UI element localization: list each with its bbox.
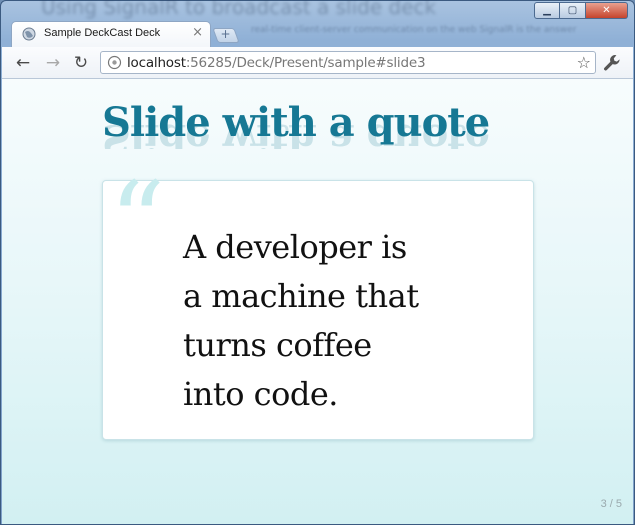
quote-line: into code. [183,375,338,413]
quote-line: turns coffee [183,326,372,364]
maximize-button[interactable]: ▢ [560,2,586,19]
url-path: :56285/Deck/Present/sample#slide3 [185,55,426,71]
address-bar[interactable]: localhost:56285/Deck/Present/sample#slid… [100,51,596,74]
browser-window: Using SignalR to broadcast a slide deck … [0,0,635,525]
browser-tab[interactable]: Sample DeckCast Deck × [11,21,211,47]
wrench-icon[interactable] [602,53,622,73]
globe-icon [22,27,36,41]
window-controls: ▁ ▢ ✕ [534,2,628,19]
reload-icon: ↻ [73,53,89,73]
quote-box: “ A developer is a machine that turns co… [102,167,534,440]
reload-button[interactable]: ↻ [70,52,92,74]
background-window-title: Using SignalR to broadcast a slide deck [41,0,437,19]
url-host: localhost [127,55,186,71]
minimize-button[interactable]: ▁ [534,2,560,19]
back-arrow-icon: ← [15,53,31,73]
slide-counter: 3 / 5 [600,498,622,510]
close-window-button[interactable]: ✕ [586,2,628,19]
tab-title: Sample DeckCast Deck [44,27,161,39]
forward-button[interactable]: → [42,52,64,74]
back-button[interactable]: ← [12,52,34,74]
bookmark-star-icon[interactable]: ☆ [577,53,591,72]
page-icon [107,55,122,70]
quote-mark-icon: “ [109,158,166,286]
quote-line: a machine that [183,277,419,315]
slide-title-reflection: Slide with a quote [102,121,490,149]
quote-line: A developer is [183,228,407,266]
quote-text: A developer is a machine that turns coff… [183,223,483,419]
background-window-subtitle: real-time client-server communication on… [251,25,577,35]
plus-icon: + [220,27,231,41]
url-text: localhost:56285/Deck/Present/sample#slid… [127,55,426,71]
tab-close-icon[interactable]: × [192,25,203,40]
browser-toolbar: ← → ↻ localhost:56285/Deck/Present/sampl… [2,47,633,79]
new-tab-button[interactable]: + [212,27,240,43]
forward-arrow-icon: → [45,53,61,73]
slide-page: Slide with a quote Slide with a quote “ … [2,79,633,524]
